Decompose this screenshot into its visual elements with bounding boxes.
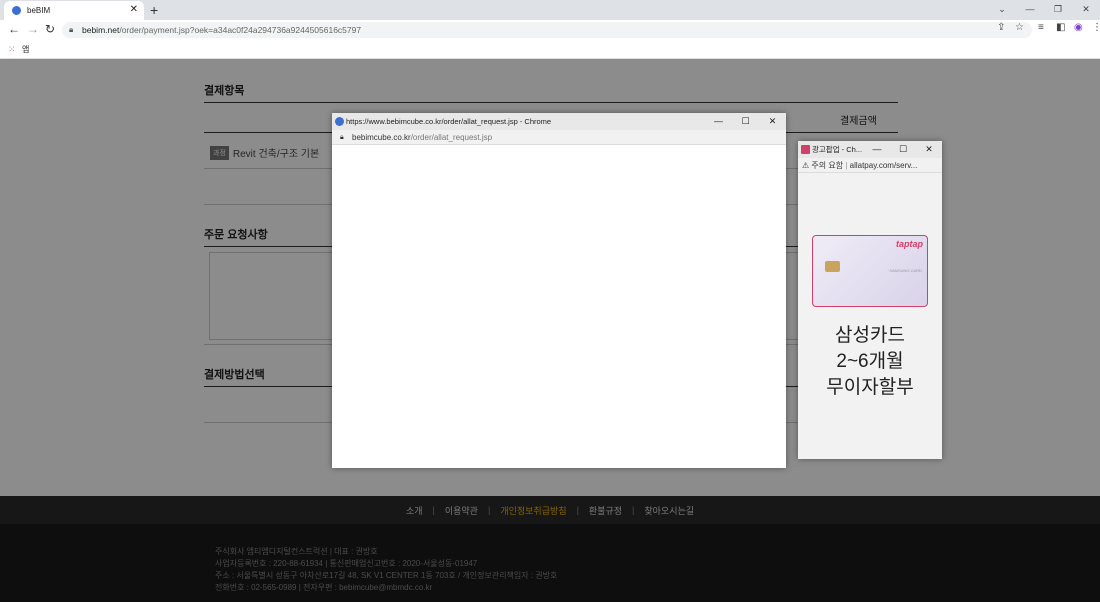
back-icon[interactable]: ← [8, 22, 20, 36]
ad-popup-address-bar: ⚠ 주의 요함 | allatpay.com/serv... [798, 158, 942, 173]
side-panel-icon[interactable]: ◧ [1056, 22, 1065, 33]
ad-popup-url: allatpay.com/serv... [849, 161, 918, 170]
reading-list-icon[interactable]: ≡ [1038, 22, 1044, 33]
minimize-icon[interactable]: — [1016, 0, 1044, 18]
card-brand: taptap [896, 239, 923, 249]
share-icon[interactable]: ⇪ [997, 22, 1005, 33]
forward-icon[interactable]: → [27, 22, 39, 36]
card-image: taptap SAMSUNG CARD [812, 235, 928, 307]
ad-popup-title: 광고팝업 - Ch... [812, 145, 863, 154]
tab-search-icon[interactable]: ⌄ [988, 0, 1016, 18]
tab-title: beBIM [27, 6, 51, 15]
close-icon[interactable]: ✕ [759, 113, 786, 130]
popup-url-path: /order/allat_request.jsp [410, 133, 493, 142]
maximize-icon[interactable]: ☐ [890, 141, 916, 158]
chrome-icon [335, 117, 344, 126]
close-icon[interactable]: ✕ [916, 141, 942, 158]
browser-toolbar: ← → ↻ 🔒︎ bebim.net/order/payment.jsp?oek… [0, 20, 1100, 40]
tab-close-icon[interactable]: ✕ [130, 4, 138, 15]
popup-title: https://www.bebimcube.co.kr/order/allat_… [346, 117, 552, 126]
minimize-icon[interactable]: — [864, 141, 890, 158]
url-path: /order/payment.jsp?oek=a34ac0f24a294736a… [119, 25, 362, 35]
ad-popup-window: 광고팝업 - Ch... — ☐ ✕ ⚠ 주의 요함 | allatpay.co… [798, 141, 942, 459]
browser-tab[interactable]: beBIM ✕ [4, 1, 144, 20]
window-controls: ⌄ — ❐ ✕ [988, 0, 1100, 18]
new-tab-icon[interactable]: + [150, 2, 158, 18]
card-chip [825, 261, 840, 272]
lock-icon: 🔒︎ [69, 25, 74, 34]
popup-titlebar: https://www.bebimcube.co.kr/order/allat_… [332, 113, 786, 130]
card-name: SAMSUNG CARD [889, 268, 922, 273]
card-app-icon [801, 145, 810, 154]
warning-icon: ⚠ [802, 161, 810, 170]
popup-address-bar: 🔒︎ bebimcube.co.kr/order/allat_request.j… [332, 130, 786, 145]
bookmark-star-icon[interactable]: ☆ [1015, 22, 1024, 33]
warning-text: 주의 요함 [811, 161, 844, 170]
ad-line-1: 삼성카드 [835, 325, 905, 346]
ad-popup-window-controls: — ☐ ✕ [864, 141, 942, 158]
tab-bar: beBIM ✕ + ⌄ — ❐ ✕ [0, 0, 1100, 20]
minimize-icon[interactable]: — [705, 113, 732, 130]
bookmarks-bar: ⁙ 앱 [0, 40, 1100, 59]
lock-icon: 🔒︎ [340, 134, 344, 141]
restore-icon[interactable]: ❐ [1044, 0, 1072, 18]
site-favicon-icon [12, 6, 21, 15]
maximize-icon[interactable]: ☐ [732, 113, 759, 130]
ad-line-2: 2~6개월 [836, 351, 904, 372]
ad-line-3: 무이자할부 [826, 377, 914, 398]
apps-grid-icon[interactable]: ⁙ [8, 44, 16, 55]
profile-avatar[interactable]: ◉ [1074, 22, 1083, 33]
ad-text: 삼성카드 2~6개월 무이자할부 [798, 323, 942, 401]
close-window-icon[interactable]: ✕ [1072, 0, 1100, 18]
ad-popup-titlebar: 광고팝업 - Ch... — ☐ ✕ [798, 141, 942, 158]
address-bar[interactable]: 🔒︎ bebim.net/order/payment.jsp?oek=a34ac… [62, 22, 1032, 38]
popup-window-controls: — ☐ ✕ [705, 113, 786, 130]
payment-popup-window: https://www.bebimcube.co.kr/order/allat_… [332, 113, 786, 468]
menu-icon[interactable]: ⋮ [1092, 22, 1100, 33]
reload-icon[interactable]: ↻ [45, 22, 55, 36]
url-host: bebim.net [82, 25, 120, 35]
apps-label[interactable]: 앱 [22, 44, 29, 55]
popup-url-host: bebimcube.co.kr [352, 133, 411, 142]
